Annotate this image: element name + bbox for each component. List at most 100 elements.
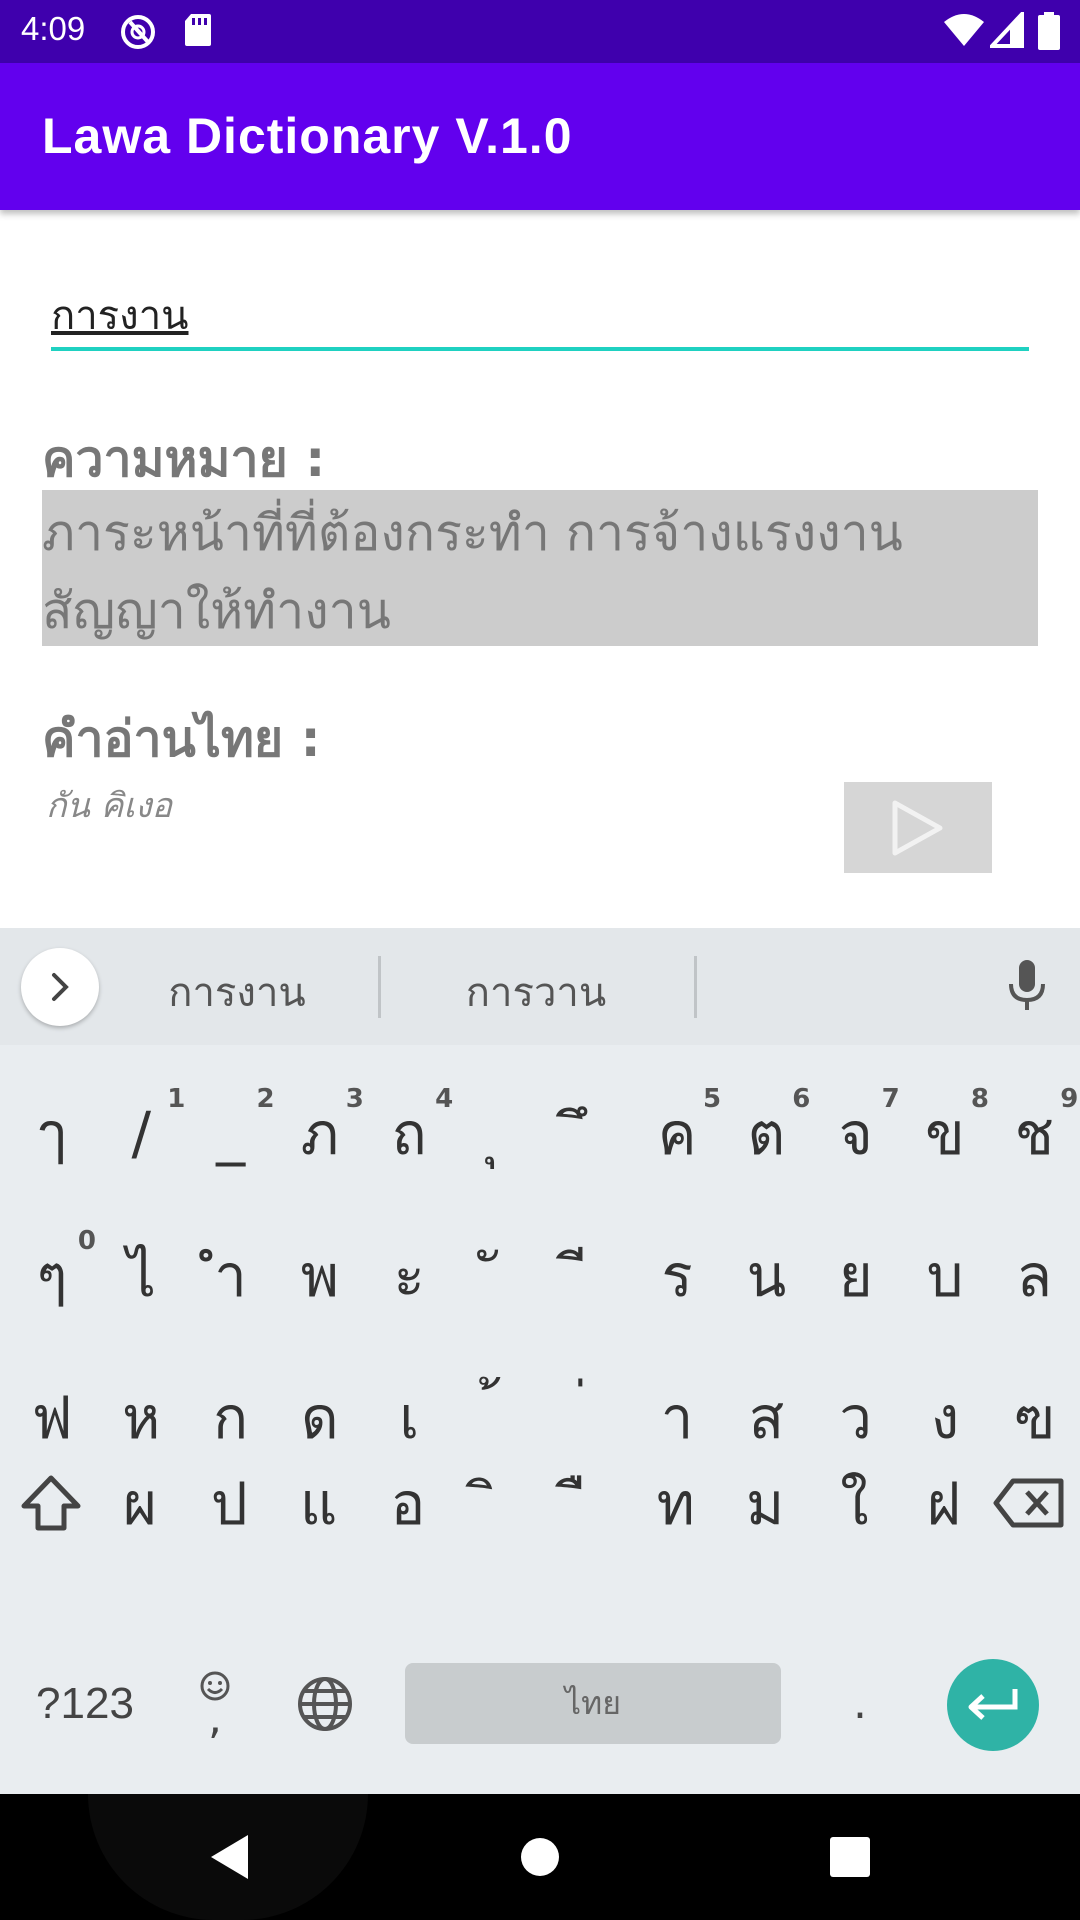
enter-key[interactable] [947,1659,1039,1751]
key-hint: 3 [345,1084,364,1114]
key-label: ท [656,1469,695,1538]
mic-icon[interactable] [1005,958,1049,1014]
backspace-icon [993,1478,1064,1528]
key-hint: 2 [256,1084,275,1114]
key-label: ถ [391,1099,427,1168]
key-row4-1[interactable]: ป [185,1438,273,1568]
key-row2-4[interactable]: ะ [365,1210,453,1340]
key-row1-4[interactable]: ถ4 [365,1068,454,1198]
globe-icon [298,1676,352,1731]
key-row2-11[interactable]: ล [990,1210,1078,1340]
key-label: ค [657,1099,697,1168]
key-row1-8[interactable]: ต6 [722,1068,811,1198]
key-row4-4[interactable]: ิ [453,1438,541,1568]
app-title: Lawa Dictionary V.1.0 [42,108,573,164]
key-row2-0[interactable]: ๆ0 [8,1210,96,1340]
key-label: น [746,1241,787,1310]
key-label: แ [299,1469,338,1538]
key-row4-8[interactable]: ใ [810,1438,898,1568]
key-label: ข [925,1099,965,1168]
key-label: ผ [123,1469,157,1538]
key-row3-0[interactable]: ฟ [8,1352,96,1482]
key-label: ะ [393,1241,425,1310]
home-button[interactable] [510,1824,570,1890]
meaning-line-1: ภาระหน้าที่ที่ต้องกระทำ การจ้างแรงงาน [42,504,903,562]
suggestion-divider [378,956,381,1018]
cell-signal-icon [990,12,1024,48]
key-row1-0[interactable]: ๅ [8,1068,96,1198]
key-row4-7[interactable]: ม [721,1438,809,1568]
key-hint: 6 [792,1084,811,1114]
key-row1-6[interactable]: ึ [544,1068,632,1198]
thai-reading-label: คำอ่านไทย : [42,710,321,768]
key-hint: 7 [881,1084,900,1114]
key-row1-5[interactable]: ุ [455,1068,543,1198]
key-hint: 4 [435,1084,454,1114]
key-label: อ [390,1469,426,1538]
key-label: จ [838,1099,873,1168]
key-row1-7[interactable]: ค5 [633,1068,721,1198]
key-row4-6[interactable]: ท [632,1438,720,1568]
meaning-label: ความหมาย : [42,430,326,488]
key-label: ๆ [36,1241,68,1310]
key-row2-2[interactable]: ำ [187,1210,275,1340]
recents-icon [830,1837,870,1877]
search-underline [51,347,1029,351]
key-row4-2[interactable]: แ [275,1438,363,1568]
key-label: ฟ [31,1383,73,1452]
key-label: ๅ [37,1099,67,1168]
home-icon [521,1838,559,1876]
key-row2-10[interactable]: บ [901,1210,989,1340]
key-row2-7[interactable]: ร [633,1210,721,1340]
key-label: ป [210,1469,248,1538]
key-row4-9[interactable]: ฝ [900,1438,988,1568]
enter-icon [968,1689,1018,1720]
app-bar: Lawa Dictionary V.1.0 [0,63,1080,210]
key-label: ฝ [926,1469,961,1538]
sd-card-icon [185,14,211,46]
expand-suggestions-button[interactable] [21,948,99,1026]
chevron-right-icon [52,973,69,1001]
navigation-bar [0,1794,1080,1920]
battery-icon [1038,12,1060,50]
key-label: ใ [840,1469,869,1538]
key-row2-5[interactable]: ั [455,1210,543,1340]
key-label: ร [661,1241,693,1310]
recents-button[interactable] [820,1824,880,1890]
emoji-key[interactable]: , [185,1648,245,1758]
key-hint: 8 [970,1084,989,1114]
key-row2-6[interactable]: ี [544,1210,632,1340]
suggestion-1[interactable]: การงาน [137,960,337,1024]
play-button[interactable] [844,782,992,873]
key-row3-11[interactable]: ฃ [990,1352,1078,1482]
key-hint: 5 [703,1084,722,1114]
meaning-line-2: สัญญาให้ทำงาน [42,582,391,640]
key-label: พ [300,1241,339,1310]
key-row2-1[interactable]: ไ [97,1210,185,1340]
language-key[interactable] [290,1663,360,1744]
key-row4-3[interactable]: อ [364,1438,452,1568]
key-hint: 0 [77,1226,96,1256]
symbols-key[interactable]: ?123 [20,1663,150,1744]
key-row1-10[interactable]: ข8 [901,1068,989,1198]
suggestion-2[interactable]: การวาน [436,960,636,1024]
key-row1-2[interactable]: _ 2 [187,1068,275,1198]
key-label: ม [745,1469,785,1538]
period-key[interactable]: . [830,1663,890,1744]
sync-disabled-icon [121,15,155,49]
back-button[interactable] [200,1824,260,1890]
key-row1-1[interactable]: /1 [97,1068,186,1198]
key-row1-11[interactable]: ช9 [990,1068,1079,1198]
key-row2-9[interactable]: ย [812,1210,900,1340]
key-row2-3[interactable]: พ [276,1210,364,1340]
key-row1-3[interactable]: ภ3 [276,1068,364,1198]
suggestion-divider [694,956,697,1018]
key-row4-5[interactable]: ื [543,1438,631,1568]
search-input[interactable] [51,280,1029,350]
space-key[interactable]: ไทย [405,1663,781,1744]
key-label: ฃ [1013,1383,1055,1452]
key-row1-9[interactable]: จ7 [812,1068,900,1198]
key-row2-8[interactable]: น [722,1210,810,1340]
key-row4-0[interactable]: ผ [96,1438,184,1568]
play-icon [892,800,943,855]
